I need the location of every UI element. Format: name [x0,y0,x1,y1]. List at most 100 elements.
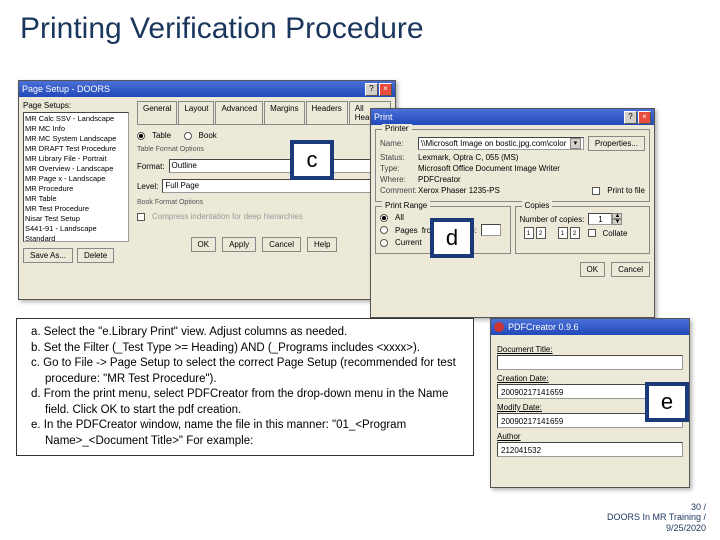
book-format-section: Book Format Options [137,199,391,206]
radio-all[interactable] [380,214,388,222]
footer-course: DOORS In MR Training / [607,512,706,523]
print-to-file-label: Print to file [607,186,645,195]
cancel-button[interactable]: Cancel [262,237,301,252]
tab-margins[interactable]: Margins [264,101,304,124]
help-icon[interactable]: ? [365,83,378,96]
comment-label: Comment: [380,186,414,195]
printer-name-value: \\Microsoft Image on bostic.jpg.com\colo… [421,139,566,148]
page-setups-list[interactable]: MR Calc SSV - Landscape MR MC Info MR MC… [23,112,129,242]
list-item[interactable]: MR Page x - Landscape [25,174,127,184]
page-icon: 1 [558,227,568,239]
comment-value: Xerox Phaser 1235-PS [418,186,588,195]
pdfcreator-icon [494,322,504,332]
apply-button[interactable]: Apply [222,237,256,252]
compress-checkbox [137,213,145,221]
print-title: Print [374,112,393,122]
tab-general[interactable]: General [137,101,177,124]
list-item[interactable]: MR Procedure [25,184,127,194]
list-item[interactable]: MR Overview - Landscape [25,164,127,174]
radio-all-label: All [395,213,404,222]
status-value: Lexmark, Optra C, 055 (MS) [418,153,645,162]
radio-table[interactable] [137,132,145,140]
copies-spinner[interactable]: 1 ▲▼ [588,213,622,225]
name-label: Name: [380,139,414,148]
footer-date: 9/25/2020 [607,523,706,534]
tab-layout[interactable]: Layout [178,101,214,124]
help-icon[interactable]: ? [624,111,637,124]
radio-book[interactable] [184,132,192,140]
table-format-section: Table Format Options [137,146,391,153]
list-item[interactable]: MR Table [25,194,127,204]
compress-label: Compress indentation for deep hierarchie… [152,212,303,221]
print-to-file-checkbox[interactable] [592,187,600,195]
instruction-a: a. Select the "e.Library Print" view. Ad… [25,325,465,341]
help-button[interactable]: Help [307,237,337,252]
page-setup-window: Page Setup - DOORS ? × Page Setups: MR C… [18,80,396,300]
instruction-box: a. Select the "e.Library Print" view. Ad… [16,318,474,456]
list-item[interactable]: MR MC Info [25,124,127,134]
delete-button[interactable]: Delete [77,248,114,263]
print-titlebar: Print ? × [371,109,654,125]
status-label: Status: [380,153,414,162]
level-dropdown[interactable]: Full Page▾ [162,179,391,193]
doctitle-field[interactable] [497,355,683,370]
tab-advanced[interactable]: Advanced [215,101,263,124]
list-item[interactable]: Standard [25,234,127,242]
format-label: Format: [137,162,165,171]
print-ok-button[interactable]: OK [580,262,606,277]
slide-footer: 30 / DOORS In MR Training / 9/25/2020 [607,502,706,534]
range-legend: Print Range [382,201,430,210]
list-item[interactable]: S441-91 - Landscape [25,224,127,234]
list-item[interactable]: MR MC System Landscape [25,134,127,144]
print-cancel-button[interactable]: Cancel [611,262,650,277]
numcopies-label: Number of copies: [520,215,585,224]
instruction-d: d. From the print menu, select PDFCreato… [25,387,465,418]
tab-headers[interactable]: Headers [306,101,348,124]
radio-pages-label: Pages [395,226,418,235]
page-icon: 2 [570,227,580,239]
close-icon[interactable]: × [638,111,651,124]
format-value: Outline [172,159,197,173]
collate-checkbox[interactable] [588,229,596,237]
radio-pages[interactable] [380,226,388,234]
radio-current-label: Current [395,238,422,247]
list-item[interactable]: MR Test Procedure [25,204,127,214]
list-item[interactable]: MR Calc SSV - Landscape [25,114,127,124]
save-as-button[interactable]: Save As... [23,248,73,263]
page-setup-title: Page Setup - DOORS [22,84,110,94]
level-label: Level: [137,182,158,191]
level-value: Full Page [165,179,199,193]
author-field[interactable]: 212041532 [497,442,683,457]
properties-button[interactable]: Properties... [588,136,645,151]
callout-e: e [645,382,689,422]
slide-title: Printing Verification Procedure [20,12,424,46]
copies-group: Copies Number of copies: 1 ▲▼ 1 2 1 [515,206,651,254]
page-icon: 1 [524,227,534,239]
page-setup-titlebar: Page Setup - DOORS ? × [19,81,395,97]
copies-legend: Copies [522,201,553,210]
footer-page: 30 / [607,502,706,513]
pdfcreator-title: PDFCreator 0.9.6 [508,322,579,332]
instruction-e: e. In the PDFCreator window, name the fi… [25,418,465,449]
page-setups-label: Page Setups: [23,101,129,110]
to-field[interactable] [481,224,501,236]
callout-d: d [430,218,474,258]
radio-current[interactable] [380,239,388,247]
printer-name-dropdown[interactable]: \\Microsoft Image on bostic.jpg.com\colo… [418,137,584,150]
radio-book-label: Book [199,131,217,140]
close-icon[interactable]: × [379,83,392,96]
ok-button[interactable]: OK [191,237,217,252]
radio-table-label: Table [152,131,171,140]
chevron-down-icon: ▾ [570,138,581,149]
spin-down-icon[interactable]: ▼ [612,219,622,225]
page-setup-tabs: General Layout Advanced Margins Headers … [137,101,391,125]
list-item[interactable]: MR DRAFT Test Procedure [25,144,127,154]
author-label: Author [497,432,683,441]
format-dropdown[interactable]: Outline▾ [169,159,391,173]
where-label: Where: [380,175,414,184]
type-label: Type: [380,164,414,173]
collate-label: Collate [603,229,628,238]
list-item[interactable]: Nisar Test Setup [25,214,127,224]
collate-illustration: 1 2 [524,227,546,239]
list-item[interactable]: MR Library File - Portrait [25,154,127,164]
